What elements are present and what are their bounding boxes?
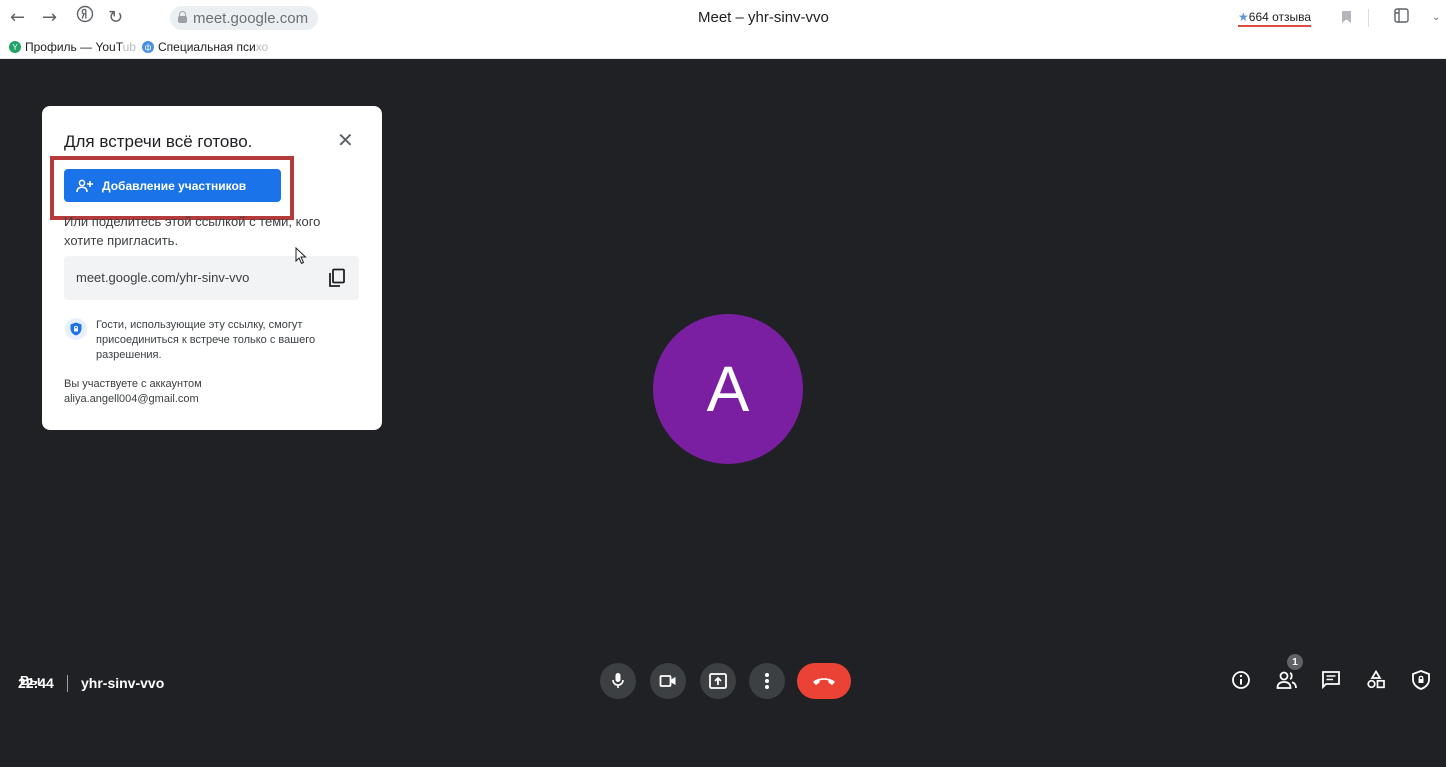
participants-count-badge: 1 [1287,654,1303,670]
lock-icon [178,11,187,23]
share-instructions: Или поделитесь этой ссылкой с теми, кого… [64,214,321,248]
people-icon[interactable] [1276,670,1298,695]
microphone-button[interactable] [600,663,636,699]
camera-button[interactable] [650,663,686,699]
present-screen-button[interactable] [700,663,736,699]
reviews-link[interactable]: ★664 отзыва [1238,10,1312,27]
address-bar[interactable]: meet.google.com [170,6,319,30]
close-icon[interactable]: ✕ [337,128,354,152]
camera-icon [659,675,676,687]
footer-divider [67,675,68,692]
chevron-down-icon[interactable]: ⌄ [1432,12,1440,23]
forward-arrow-icon[interactable]: → [42,6,57,30]
more-options-button[interactable] [749,663,785,699]
bookmark-label: Специальная психо [158,40,269,54]
bookmark-icon[interactable] [1342,11,1351,23]
activities-icon[interactable] [1366,669,1386,695]
guest-access-notice: Гости, использующие эту ссылку, смогут п… [96,319,316,361]
bookmark-item-special-psychology[interactable]: ф Специальная психо [142,40,268,54]
youtube-favicon-icon: Y [9,41,21,53]
reload-icon[interactable]: ↻ [108,6,123,30]
meeting-code: yhr-sinv-vvo [81,675,165,691]
site-favicon-icon: ф [142,41,154,53]
address-url: meet.google.com [193,9,309,27]
reviews-label: 664 отзыва [1248,10,1312,24]
back-arrow-icon[interactable]: ← [10,6,25,30]
bookmarks-bar: Y Профиль — YouTub ф Специальная психо [0,37,1446,59]
host-controls-icon[interactable] [1411,670,1431,695]
account-email: aliya.angell004@gmail.com [64,393,199,405]
browser-toolbar: ← → ↻ meet.google.com Meet – yhr-sinv-vv… [0,0,1446,37]
page-title: Meet – yhr-sinv-vvo [698,9,829,26]
dialog-title: Для встречи всё готово. [64,132,253,151]
hang-up-icon [813,678,835,685]
account-label: Вы участвуете с аккаунтом [64,378,202,390]
present-screen-icon [709,673,727,689]
meeting-link-field[interactable]: meet.google.com/yhr-sinv-vvo [64,256,359,300]
end-call-button[interactable] [797,663,851,699]
chat-icon[interactable] [1321,670,1341,695]
toolbar-divider [1368,9,1369,27]
meeting-ready-dialog: Для встречи всё готово. ✕ Добавление уча… [42,106,382,430]
tabs-icon[interactable] [1392,6,1412,31]
shield-lock-icon [65,318,87,340]
bookmark-label: Профиль — YouTub [25,40,136,54]
microphone-icon [612,673,624,688]
more-vert-icon [765,673,769,689]
copy-icon[interactable] [328,268,346,293]
mouse-cursor-icon [295,246,307,270]
star-icon: ★ [1238,10,1249,24]
highlight-annotation-box [50,156,294,220]
meeting-stage: A Вы Для встречи всё готово. ✕ Добавлени… [0,59,1446,767]
yandex-icon[interactable] [76,5,94,30]
clock: 22:44 [18,675,54,691]
avatar: A [653,314,803,464]
meeting-link-text: meet.google.com/yhr-sinv-vvo [76,270,250,285]
info-icon[interactable] [1231,670,1251,695]
bookmark-item-youtube-profile[interactable]: Y Профиль — YouTub [9,40,136,54]
